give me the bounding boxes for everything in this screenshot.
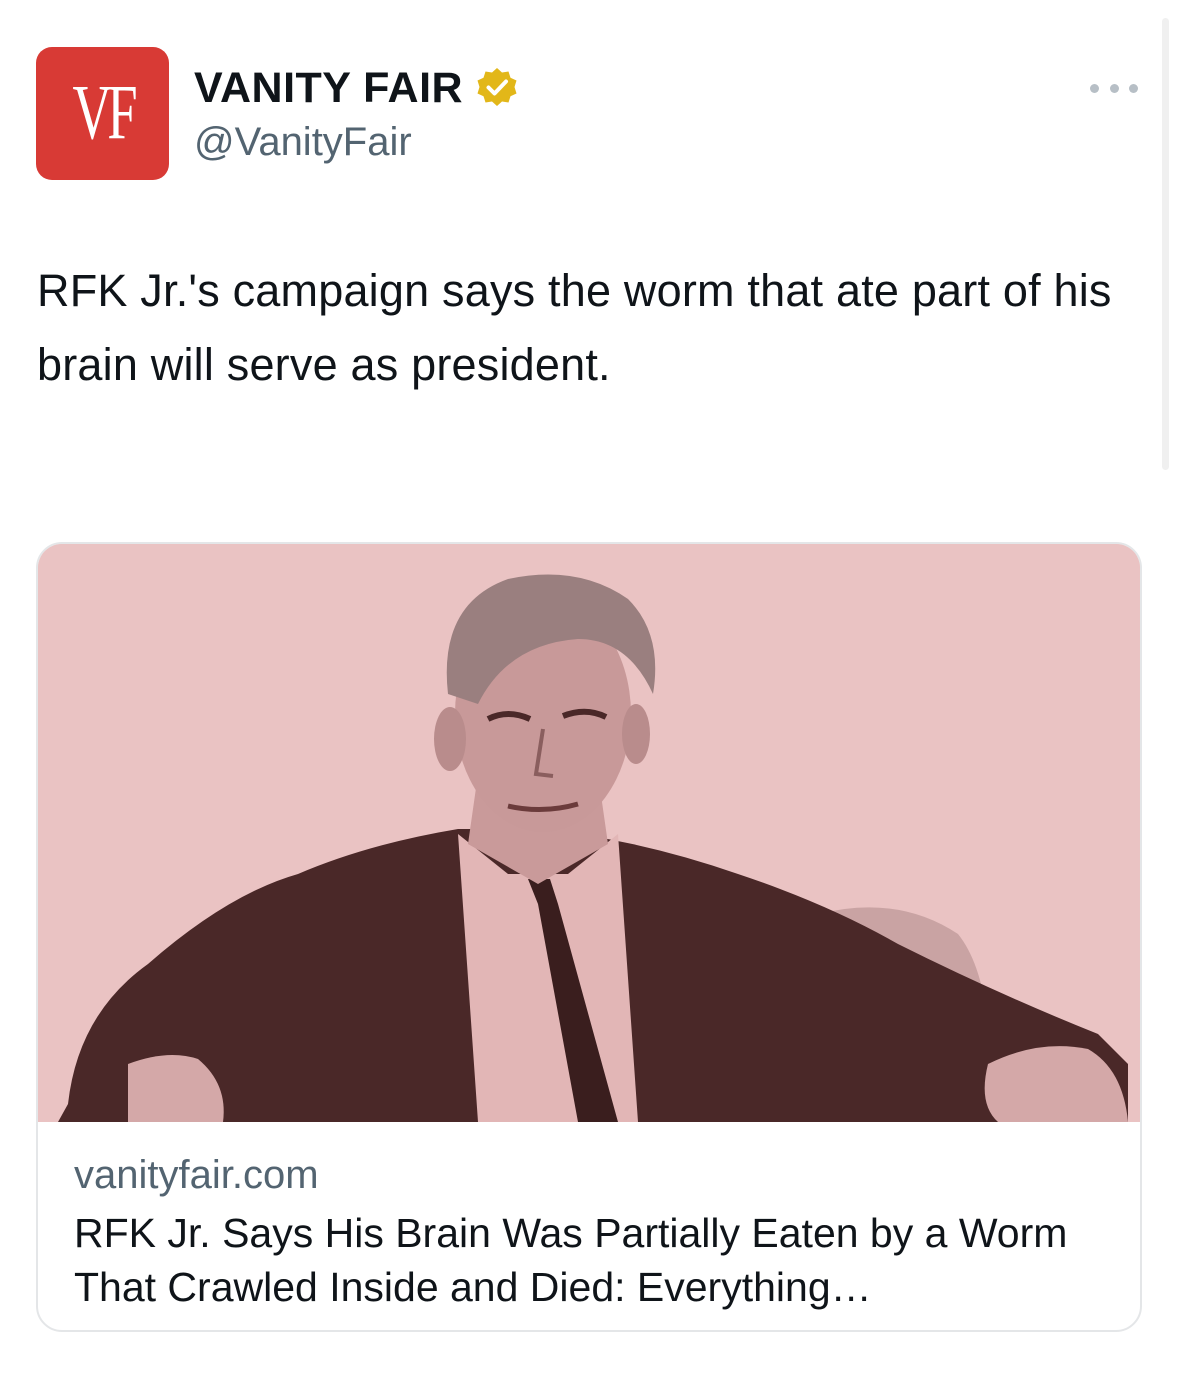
more-dot bbox=[1090, 83, 1099, 93]
tweet-text: RFK Jr.'s campaign says the worm that at… bbox=[37, 265, 1112, 390]
person-photo-illustration bbox=[38, 544, 1140, 1122]
more-dot bbox=[1129, 83, 1138, 93]
account-handle[interactable]: @VanityFair bbox=[194, 118, 412, 166]
account-display-name[interactable]: VANITY FAIR bbox=[194, 62, 519, 114]
card-domain[interactable]: vanityfair.com bbox=[74, 1152, 319, 1198]
account-avatar[interactable]: VF bbox=[36, 47, 169, 180]
scrollbar-track[interactable] bbox=[1162, 18, 1169, 470]
link-preview-card[interactable]: vanityfair.com RFK Jr. Says His Brain Wa… bbox=[36, 542, 1142, 1332]
more-options-icon[interactable] bbox=[1090, 78, 1138, 98]
verified-badge-icon bbox=[477, 68, 517, 106]
avatar-logo-text: VF bbox=[72, 69, 137, 157]
card-title[interactable]: RFK Jr. Says His Brain Was Partially Eat… bbox=[74, 1206, 1114, 1314]
card-image[interactable] bbox=[38, 544, 1140, 1122]
display-name-text: VANITY FAIR bbox=[194, 64, 464, 112]
more-dot bbox=[1109, 83, 1119, 93]
